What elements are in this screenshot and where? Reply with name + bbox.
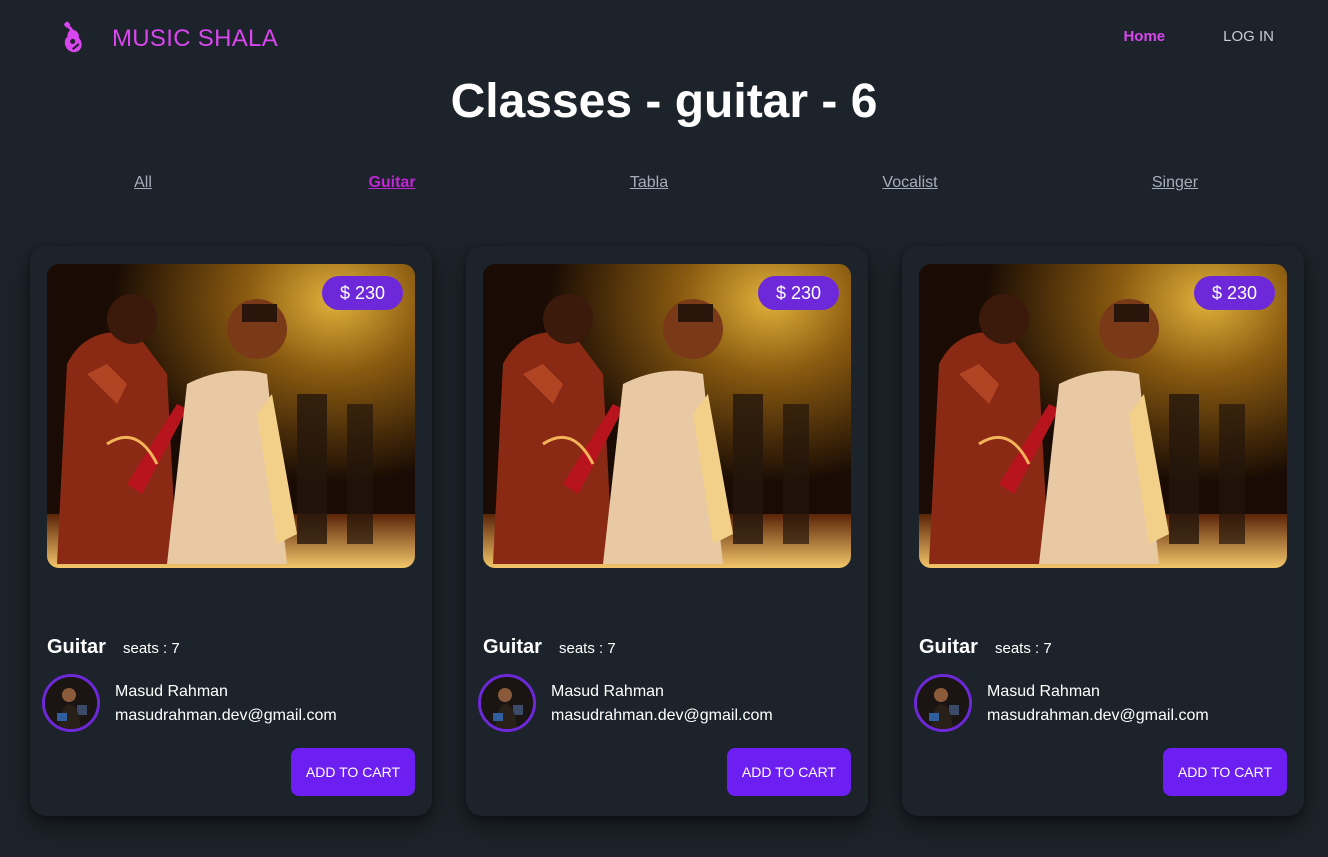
page-title: Classes - guitar - 6 [450, 75, 878, 128]
filter-guitar[interactable]: Guitar [368, 174, 415, 192]
class-title: Guitar [47, 636, 106, 658]
class-photo: $ 230 [47, 264, 415, 568]
filter-all[interactable]: All [134, 174, 152, 192]
instructor-email: masudrahman.dev@gmail.com [987, 707, 1209, 724]
add-to-cart-button[interactable]: ADD TO CART [727, 748, 851, 796]
guitar-icon [58, 18, 94, 59]
main-nav: Home LOG IN [1123, 28, 1274, 45]
brand-logo-link[interactable]: MUSIC SHALA [58, 18, 278, 59]
navbar: MUSIC SHALA Home LOG IN [0, 0, 1328, 76]
class-photo: $ 230 [483, 264, 851, 568]
class-card: $ 230 Guitar seats : 7 Masud Rahman masu… [902, 246, 1304, 816]
seats-count: seats : 7 [559, 640, 616, 657]
brand-name: MUSIC SHALA [112, 24, 279, 52]
filter-singer[interactable]: Singer [1152, 174, 1198, 192]
instructor-email: masudrahman.dev@gmail.com [551, 707, 773, 724]
instructor-name: Masud Rahman [987, 683, 1100, 700]
class-card: $ 230 Guitar seats : 7 Masud Rahman masu… [30, 246, 432, 816]
category-filter-bar: All Guitar Tabla Vocalist Singer [0, 174, 1328, 198]
instructor-name: Masud Rahman [115, 683, 228, 700]
filter-vocalist[interactable]: Vocalist [882, 174, 937, 192]
instructor-avatar [42, 674, 100, 732]
nav-link-login[interactable]: LOG IN [1223, 28, 1274, 45]
filter-tabla[interactable]: Tabla [630, 174, 668, 192]
instructor-avatar [914, 674, 972, 732]
class-photo: $ 230 [919, 264, 1287, 568]
seats-count: seats : 7 [123, 640, 180, 657]
price-badge: $ 230 [321, 276, 403, 310]
add-to-cart-button[interactable]: ADD TO CART [1163, 748, 1287, 796]
class-title: Guitar [919, 636, 978, 658]
class-title: Guitar [483, 636, 542, 658]
instructor-name: Masud Rahman [551, 683, 664, 700]
instructor-avatar [478, 674, 536, 732]
price-badge: $ 230 [1193, 276, 1275, 310]
instructor-email: masudrahman.dev@gmail.com [115, 707, 337, 724]
add-to-cart-button[interactable]: ADD TO CART [291, 748, 415, 796]
nav-link-home[interactable]: Home [1123, 28, 1165, 45]
seats-count: seats : 7 [995, 640, 1052, 657]
class-card: $ 230 Guitar seats : 7 Masud Rahman masu… [466, 246, 868, 816]
price-badge: $ 230 [757, 276, 839, 310]
